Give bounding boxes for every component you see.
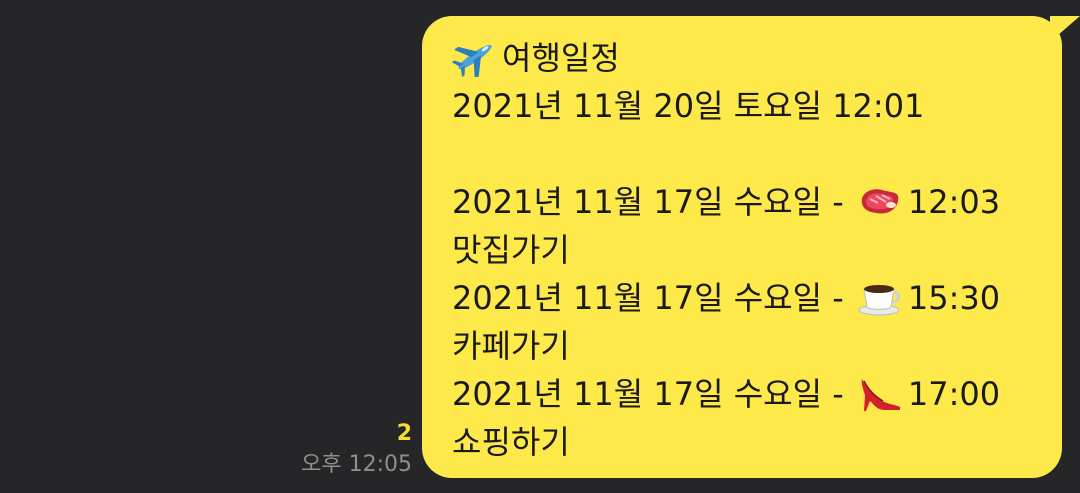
message-timestamp: 오후 12:05 (301, 452, 412, 477)
schedule-item-time: 17:00 (907, 375, 1001, 413)
high-heel-icon (856, 373, 902, 413)
message-title-line: 여행일정 (452, 34, 1042, 82)
bubble-tail (1050, 16, 1080, 42)
schedule-item-1-line: 2021년 11월 17일 수요일 - 12:03 (452, 178, 1042, 226)
message-title: 여행일정 (502, 39, 620, 77)
coffee-cup-icon (856, 277, 902, 317)
message-bubble[interactable]: 여행일정 2021년 11월 20일 토요일 12:01 2021년 11월 1… (422, 16, 1080, 478)
message-meta: 2 오후 12:05 (301, 421, 412, 479)
unread-count: 2 (396, 421, 412, 446)
schedule-item-2-line: 2021년 11월 17일 수요일 - 15:30 (452, 274, 1042, 322)
airplane-icon (452, 37, 498, 77)
schedule-item-date: 2021년 11월 17일 수요일 - (452, 279, 844, 317)
schedule-item-label: 카페가기 (452, 327, 570, 365)
schedule-item-3-line: 2021년 11월 17일 수요일 - 17:00 (452, 370, 1042, 418)
schedule-item-date: 2021년 11월 17일 수요일 - (452, 375, 844, 413)
message-date-line: 2021년 11월 20일 토요일 12:01 (452, 87, 925, 125)
schedule-item-label: 쇼핑하기 (452, 423, 570, 461)
schedule-item-time: 15:30 (907, 279, 1001, 317)
chat-area: 2 오후 12:05 여행일정 2021년 11월 20일 토요일 12:01 … (0, 0, 1080, 493)
schedule-item-label: 맛집가기 (452, 231, 570, 269)
steak-icon (856, 181, 902, 221)
schedule-item-date: 2021년 11월 17일 수요일 - (452, 183, 844, 221)
schedule-item-time: 12:03 (907, 183, 1001, 221)
